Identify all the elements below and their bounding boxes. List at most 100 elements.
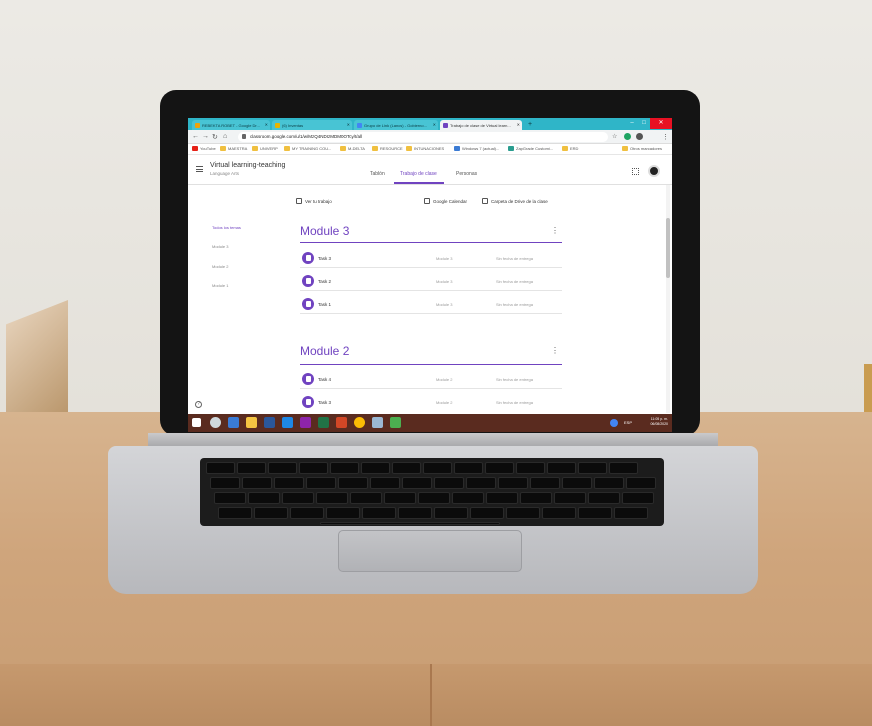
topic-module-1[interactable]: Module 1 [212, 283, 228, 288]
scrollbar-thumb[interactable] [666, 218, 670, 278]
new-tab-icon[interactable]: + [525, 120, 535, 129]
address-bar[interactable]: classroom.google.com/u/1/w/MzQ4NDIzMDM0O… [238, 132, 608, 142]
bookmark-item[interactable]: UNIVERP [252, 146, 278, 151]
task-row[interactable]: Task 3 Module 3 Sin fecha de entrega [300, 248, 562, 268]
bookmark-item[interactable]: M-DELTA [340, 146, 365, 151]
google-calendar-link[interactable]: Google Calendar [424, 198, 467, 204]
keyboard-key [506, 507, 540, 519]
tray-chrome-icon[interactable] [610, 419, 618, 427]
bookmark-item[interactable]: RESOURCE [372, 146, 403, 151]
word-icon[interactable] [264, 417, 275, 428]
file-explorer-icon[interactable] [246, 417, 257, 428]
task-row[interactable]: Task 2 Module 3 Sin fecha de entrega [300, 271, 562, 291]
back-icon[interactable]: ← [192, 133, 199, 140]
keyboard-key [554, 492, 586, 504]
browser-tab[interactable]: Grupo de Link (Lancs) - Gobierno... ✕ [354, 120, 438, 130]
star-icon[interactable]: ☆ [612, 133, 617, 140]
trackpad[interactable] [338, 530, 522, 572]
keyboard-key [361, 462, 390, 474]
keyboard-key [392, 462, 421, 474]
tab-label: REBEKTA ROBET - Google Dr... [202, 123, 260, 128]
task-row[interactable]: Task 3 Module 2 Sin fecha de entrega [300, 392, 562, 412]
folder-icon [252, 146, 258, 151]
close-icon[interactable]: ✕ [265, 122, 268, 127]
chrome-icon[interactable] [354, 417, 365, 428]
excel-icon[interactable] [318, 417, 329, 428]
bookmark-item[interactable]: ZapGrade Customi... [508, 146, 553, 151]
google-apps-icon[interactable] [632, 168, 639, 175]
browser-menu-icon[interactable]: ⋮ [662, 133, 669, 141]
help-icon[interactable]: ? [195, 401, 202, 408]
task-row[interactable]: Task 4 Module 2 Sin fecha de entrega [300, 369, 562, 389]
profile-icon[interactable] [636, 133, 643, 140]
class-title[interactable]: Virtual learning-teaching [210, 162, 285, 169]
keyboard-key [578, 507, 612, 519]
topic-module-3[interactable]: Module 3 [212, 244, 228, 249]
window-close-icon[interactable]: ✕ [650, 118, 672, 129]
maximize-icon[interactable]: □ [638, 118, 650, 129]
bookmark-item[interactable]: MY TRAINING COU... [284, 146, 331, 151]
assignment-icon [302, 252, 314, 264]
module-divider [300, 364, 562, 365]
task-row[interactable]: Task 1 Module 3 Sin fecha de entrega [300, 294, 562, 314]
minimize-icon[interactable]: – [626, 118, 638, 129]
close-icon[interactable]: ✕ [347, 122, 350, 127]
bookmarks-bar: YouTube MAESTRA UNIVERP MY TRAINING COU.… [188, 144, 672, 155]
close-icon[interactable]: ✕ [433, 122, 436, 127]
app-icon[interactable] [372, 417, 383, 428]
cortana-icon[interactable] [210, 417, 221, 428]
keyboard-key [290, 507, 324, 519]
bookmark-item[interactable]: INTUNACIONES [406, 146, 444, 151]
tab-stream[interactable]: Tablón [370, 171, 385, 177]
keyboard-key [562, 477, 592, 489]
app-icon[interactable] [390, 417, 401, 428]
bookmark-item[interactable]: MAESTRA [220, 146, 247, 151]
clock[interactable]: 11:05 p. m. 06/08/2020 [642, 417, 668, 427]
bookmark-label: Windows 7 (actual)... [462, 146, 500, 151]
windows-start-icon[interactable] [192, 418, 201, 427]
avatar[interactable] [648, 165, 660, 177]
drive-folder-link[interactable]: Carpeta de Drive de la clase [482, 198, 548, 204]
keyboard-key [362, 507, 396, 519]
bookmark-label: MAESTRA [228, 146, 248, 151]
topic-module-2[interactable]: Module 2 [212, 264, 228, 269]
store-icon[interactable] [228, 417, 239, 428]
browser-tab-active[interactable]: Trabajo de clase de Virtual learn... ✕ [440, 120, 522, 130]
task-module: Module 3 [436, 279, 453, 284]
folder-icon [340, 146, 346, 151]
more-options-icon[interactable]: ⋮ [551, 346, 559, 355]
app-icon[interactable] [282, 417, 293, 428]
home-icon[interactable]: ⌂ [223, 133, 227, 140]
bookmark-item[interactable]: Windows 7 (actual)... [454, 146, 499, 151]
tab-people[interactable]: Personas [456, 171, 477, 177]
topic-all[interactable]: Todos los temas [212, 225, 241, 230]
more-options-icon[interactable]: ⋮ [551, 226, 559, 235]
assignment-icon [302, 275, 314, 287]
keyboard-key [626, 477, 656, 489]
task-name: Task 4 [318, 377, 332, 382]
classroom-header: Virtual learning-teaching Language Arts … [188, 155, 672, 185]
tab-classwork[interactable]: Trabajo de clase [400, 171, 437, 177]
keyboard-key [454, 462, 483, 474]
bookmark-item[interactable]: YouTube [192, 146, 216, 151]
youtube-icon [192, 146, 198, 151]
browser-tab[interactable]: (6) Inventas ✕ [272, 120, 352, 130]
view-your-work-link[interactable]: Ver tu trabajo [296, 198, 332, 204]
hamburger-menu-icon[interactable] [196, 166, 203, 172]
keyboard-key [418, 492, 450, 504]
bookmark-item[interactable]: ERD [562, 146, 578, 151]
extension-icon[interactable] [624, 133, 631, 140]
browser-tab[interactable]: REBEKTA ROBET - Google Dr... ✕ [192, 120, 270, 130]
language-indicator[interactable]: ESP [624, 420, 632, 425]
tab-label: Trabajo de clase de Virtual learn... [450, 123, 511, 128]
close-icon[interactable]: ✕ [517, 122, 520, 127]
reload-icon[interactable]: ↻ [212, 133, 218, 141]
forward-icon[interactable]: → [202, 133, 209, 140]
keyboard-key [254, 507, 288, 519]
keyboard-key [248, 492, 280, 504]
other-bookmarks[interactable]: Otros marcadores [622, 146, 662, 151]
powerpoint-icon[interactable] [336, 417, 347, 428]
onenote-icon[interactable] [300, 417, 311, 428]
folder-icon [284, 146, 290, 151]
keyboard-key [384, 492, 416, 504]
